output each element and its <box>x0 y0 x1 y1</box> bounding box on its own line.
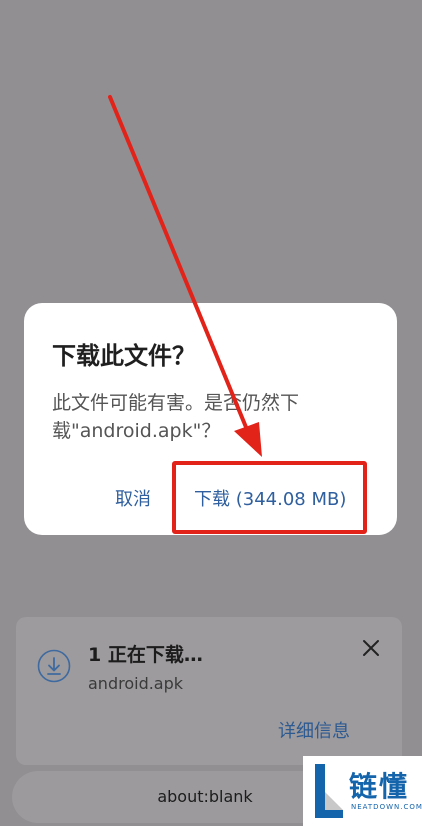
dialog-message: 此文件可能有害。是否仍然下载"android.apk"？ <box>52 392 300 442</box>
red-highlight-box <box>172 461 367 534</box>
cancel-button[interactable]: 取消 <box>115 485 151 511</box>
download-filename: android.apk <box>88 674 184 693</box>
details-button[interactable]: 详细信息 <box>278 717 350 743</box>
download-status-title: 1 正在下载… <box>88 644 203 666</box>
download-circle-icon <box>37 649 71 683</box>
dialog-title: 下载此文件？ <box>52 342 196 370</box>
close-icon[interactable] <box>360 637 382 659</box>
download-progress-snackbar: 1 正在下载… android.apk 详细信息 <box>16 617 402 765</box>
neatdown-logo-icon <box>315 764 343 818</box>
watermark-text-en: NEATDOWN.COM <box>351 803 422 811</box>
watermark: 链懂 NEATDOWN.COM <box>303 756 422 826</box>
watermark-text-cn: 链懂 <box>349 770 410 803</box>
